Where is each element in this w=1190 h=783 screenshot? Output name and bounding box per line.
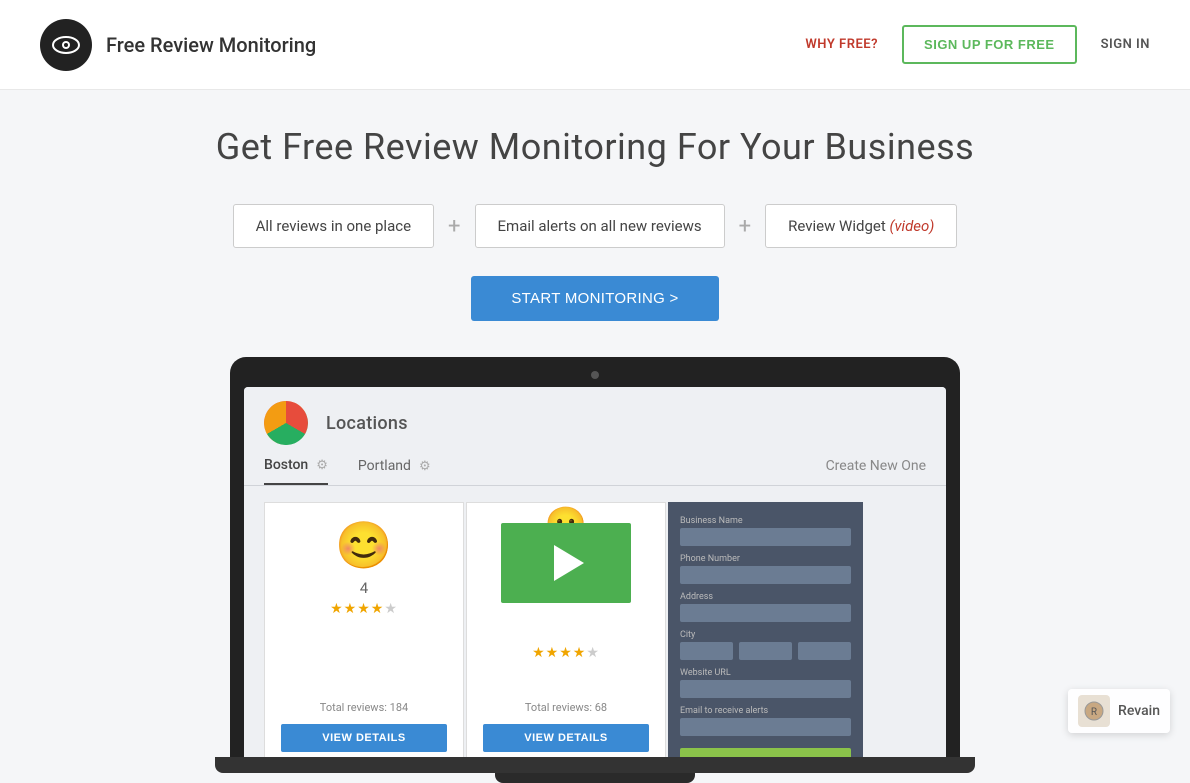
location-card-portland: 😐 ★★★★★ Total reviews: 68 VIEW DETAILS [466,502,666,757]
why-free-link[interactable]: WHY FREE? [805,37,878,52]
screen-tabs: Boston ⚙ Portland ⚙ Create New One [244,445,946,486]
location-card-boston: 😊 4 ★★★★★ Total reviews: 184 VIEW DETAIL… [264,502,464,757]
card-total-portland: Total reviews: 68 [525,701,607,714]
laptop-outer: Locations Boston ⚙ Portland ⚙ Create New… [230,357,960,757]
revain-badge: R Revain [1068,689,1170,733]
screen-header: Locations [244,387,946,445]
plus-sign-2: + [725,214,765,239]
logo-icon [40,19,92,71]
plus-sign-1: + [434,214,474,239]
laptop-screen: Locations Boston ⚙ Portland ⚙ Create New… [244,387,946,757]
card-total-boston: Total reviews: 184 [320,701,408,714]
svg-text:R: R [1091,707,1097,718]
laptop-mockup: Locations Boston ⚙ Portland ⚙ Create New… [230,357,960,783]
tab-boston[interactable]: Boston ⚙ [264,457,328,485]
logo-area: Free Review Monitoring [40,19,316,71]
form-field-website: Website URL [680,668,851,698]
signin-link[interactable]: SIGN IN [1101,37,1150,52]
form-field-city-row: City [680,630,851,660]
laptop-stand [495,773,695,783]
nav-area: WHY FREE? SIGN UP FOR FREE SIGN IN [805,25,1150,64]
main-content: Get Free Review Monitoring For Your Busi… [0,90,1190,783]
hero-title: Get Free Review Monitoring For Your Busi… [216,126,975,168]
form-field-city[interactable] [680,642,733,660]
laptop-camera [591,371,599,379]
view-details-button-boston[interactable]: VIEW DETAILS [281,724,447,752]
form-field-phone: Phone Number [680,554,851,584]
card-emoji-boston: 😊 [335,523,392,569]
card-rating-boston: 4 [360,579,368,597]
locations-icon [264,401,308,445]
gear-icon-boston: ⚙ [316,458,328,473]
card-stars-portland: ★★★★★ [532,645,600,661]
revain-icon: R [1078,695,1110,727]
video-thumbnail[interactable] [501,523,631,603]
laptop-base [215,757,975,773]
start-monitoring-button[interactable]: START MONITORING > [471,276,718,321]
feature-pills: All reviews in one place + Email alerts … [233,204,958,248]
feature-pill-2: Email alerts on all new reviews [475,204,725,248]
form-field-zip[interactable] [798,642,851,660]
form-field-business: Business Name [680,516,851,546]
card-stars-boston: ★★★★★ [330,601,398,617]
logo-text: Free Review Monitoring [106,33,316,57]
header: Free Review Monitoring WHY FREE? SIGN UP… [0,0,1190,90]
feature-pill-1: All reviews in one place [233,204,434,248]
revain-text: Revain [1118,703,1160,719]
feature-pill-3: Review Widget (video) [765,204,957,248]
cards-area: 😊 4 ★★★★★ Total reviews: 184 VIEW DETAIL… [244,486,946,757]
form-field-state[interactable] [739,642,792,660]
view-details-button-portland[interactable]: VIEW DETAILS [483,724,649,752]
create-location-form: Business Name Phone Number Address [668,502,863,757]
gear-icon-portland: ⚙ [419,459,431,474]
play-icon [554,545,584,581]
tab-create-new[interactable]: Create New One [826,457,926,485]
form-field-address: Address [680,592,851,622]
signup-button[interactable]: SIGN UP FOR FREE [902,25,1077,64]
screen-title: Locations [326,413,408,434]
pill-video-label: (video) [890,217,935,235]
form-field-email: Email to receive alerts [680,706,851,736]
tab-portland[interactable]: Portland ⚙ [358,457,431,485]
